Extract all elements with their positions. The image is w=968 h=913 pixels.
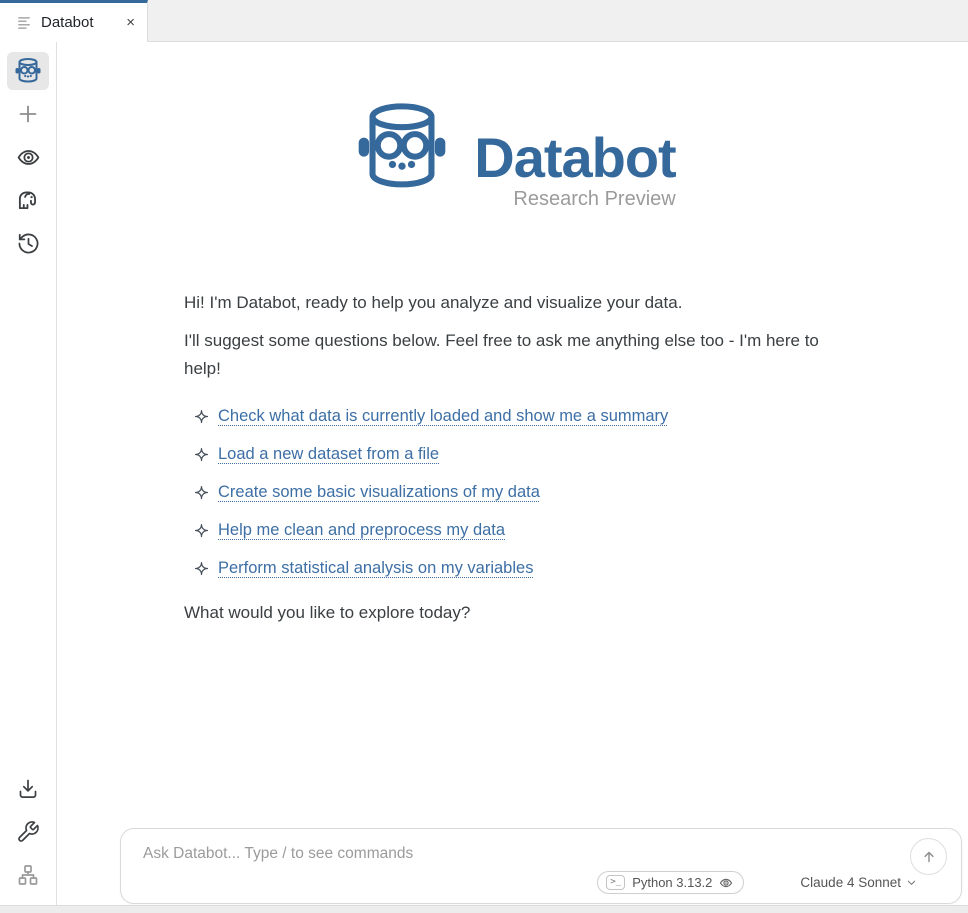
suggestion-item: Help me clean and preprocess my data xyxy=(184,511,842,549)
sidebar xyxy=(0,42,57,905)
terminal-icon: >_ xyxy=(606,875,625,890)
bottom-strip xyxy=(0,905,968,913)
suggestion-link[interactable]: Help me clean and preprocess my data xyxy=(218,517,505,544)
suggestion-item: Check what data is currently loaded and … xyxy=(184,397,842,435)
sidebar-item-view[interactable] xyxy=(7,138,49,176)
download-icon xyxy=(16,777,40,801)
close-icon[interactable]: × xyxy=(126,15,135,30)
eye-icon xyxy=(16,145,41,170)
chat-message: Hi! I'm Databot, ready to help you analy… xyxy=(184,289,842,627)
model-label: Claude 4 Sonnet xyxy=(800,875,901,890)
databot-logo-icon xyxy=(13,56,43,86)
hierarchy-icon xyxy=(16,863,40,887)
sidebar-item-databot[interactable] xyxy=(7,52,49,90)
arrow-up-icon xyxy=(920,848,938,866)
databot-logo-icon-large xyxy=(350,92,454,204)
sidebar-item-hierarchy[interactable] xyxy=(7,856,49,894)
eye-icon-small[interactable] xyxy=(719,876,733,890)
suggestion-item: Create some basic visualizations of my d… xyxy=(184,473,842,511)
sidebar-item-tools[interactable] xyxy=(7,813,49,851)
suggestion-link[interactable]: Check what data is currently loaded and … xyxy=(218,403,668,430)
chevron-down-icon xyxy=(906,877,917,888)
sparkle-icon xyxy=(194,561,209,576)
intro-text: I'll suggest some questions below. Feel … xyxy=(184,327,842,383)
chat-input[interactable] xyxy=(127,835,897,873)
send-button[interactable] xyxy=(910,838,947,875)
closing-text: What would you like to explore today? xyxy=(184,599,842,627)
app-title: Databot xyxy=(474,130,675,186)
app-subtitle: Research Preview xyxy=(513,188,675,211)
plus-icon xyxy=(16,102,40,126)
databot-logo: Databot Research Preview xyxy=(184,92,842,211)
sparkle-icon xyxy=(194,447,209,462)
sparkle-icon xyxy=(194,409,209,424)
main-panel: Databot Research Preview Hi! I'm Databot… xyxy=(58,42,968,905)
suggestion-item: Perform statistical analysis on my varia… xyxy=(184,549,842,587)
composer-meta: >_ Python 3.13.2 Claude 4 Sonnet xyxy=(597,871,917,894)
runtime-badge[interactable]: >_ Python 3.13.2 xyxy=(597,871,744,894)
composer: >_ Python 3.13.2 Claude 4 Sonnet xyxy=(120,828,962,904)
suggestion-link[interactable]: Perform statistical analysis on my varia… xyxy=(218,555,533,582)
history-icon xyxy=(16,231,41,256)
tab-title: Databot xyxy=(41,14,94,31)
suggestion-item: Load a new dataset from a file xyxy=(184,435,842,473)
list-icon xyxy=(17,15,32,30)
sparkle-icon xyxy=(194,485,209,500)
sidebar-item-new[interactable] xyxy=(7,95,49,133)
tab-databot[interactable]: Databot × xyxy=(0,0,148,42)
sidebar-item-history[interactable] xyxy=(7,224,49,262)
runtime-label: Python 3.13.2 xyxy=(632,875,712,890)
sparkle-icon xyxy=(194,523,209,538)
suggestion-link[interactable]: Load a new dataset from a file xyxy=(218,441,439,468)
wrench-icon xyxy=(16,820,40,844)
elephant-icon xyxy=(15,187,41,213)
greeting-text: Hi! I'm Databot, ready to help you analy… xyxy=(184,289,842,317)
sidebar-item-database[interactable] xyxy=(7,181,49,219)
suggestion-list: Check what data is currently loaded and … xyxy=(184,397,842,587)
sidebar-item-download[interactable] xyxy=(7,770,49,808)
model-selector[interactable]: Claude 4 Sonnet xyxy=(800,875,917,890)
tab-bar: Databot × xyxy=(0,0,968,42)
suggestion-link[interactable]: Create some basic visualizations of my d… xyxy=(218,479,540,506)
